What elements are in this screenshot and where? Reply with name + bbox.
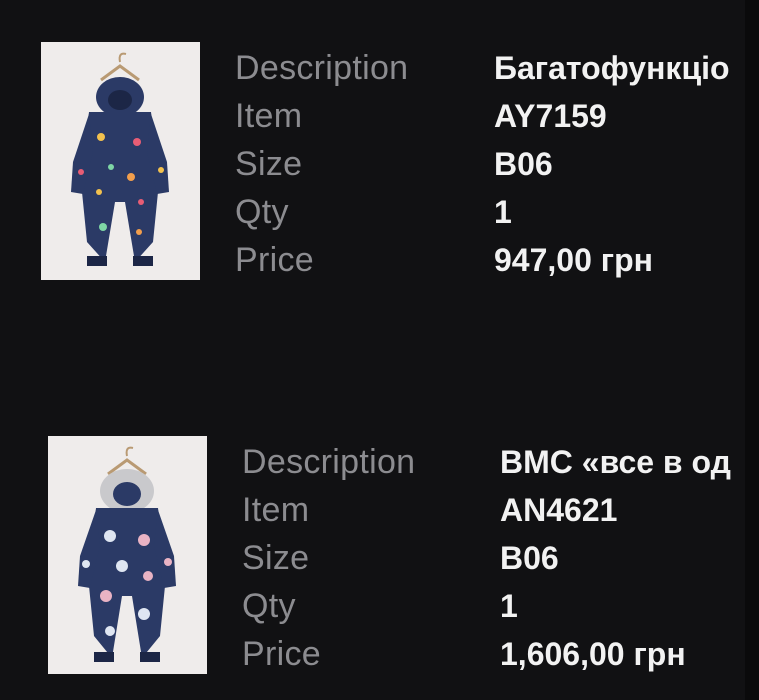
price-value: 947,00 грн <box>494 242 653 278</box>
description-label: Description <box>235 49 409 87</box>
product-image[interactable] <box>41 42 200 280</box>
qty-label: Qty <box>242 587 296 625</box>
item-values: Багатофункціо AY7159 B06 1 947,00 грн <box>494 44 759 284</box>
item-values: ВМС «все в од AN4621 B06 1 1,606,00 грн <box>500 438 759 678</box>
product-image[interactable] <box>48 436 207 674</box>
item-labels: Description Item Size Qty Price <box>242 438 415 678</box>
item-labels: Description Item Size Qty Price <box>235 44 408 284</box>
price-value: 1,606,00 грн <box>500 636 686 672</box>
order-items-page: Description Item Size Qty Price Багатофу… <box>0 0 759 700</box>
floral-snowsuit-icon <box>48 436 207 674</box>
item-value: AN4621 <box>500 492 618 528</box>
qty-label: Qty <box>235 193 289 231</box>
item-value: AY7159 <box>494 98 607 134</box>
size-value: B06 <box>494 146 553 182</box>
description-label: Description <box>242 443 416 481</box>
scroll-edge <box>745 0 759 700</box>
price-label: Price <box>235 241 314 279</box>
item-label: Item <box>242 491 310 529</box>
item-label: Item <box>235 97 303 135</box>
size-label: Size <box>235 145 303 183</box>
order-item-card: Description Item Size Qty Price ВМС «все… <box>0 394 759 674</box>
navy-snowsuit-icon <box>41 42 200 280</box>
qty-value: 1 <box>500 588 518 624</box>
size-label: Size <box>242 539 310 577</box>
order-item-card: Description Item Size Qty Price Багатофу… <box>0 0 759 280</box>
price-label: Price <box>242 635 321 673</box>
description-value: Багатофункціо <box>494 50 730 86</box>
size-value: B06 <box>500 540 559 576</box>
description-value: ВМС «все в од <box>500 444 731 480</box>
qty-value: 1 <box>494 194 512 230</box>
